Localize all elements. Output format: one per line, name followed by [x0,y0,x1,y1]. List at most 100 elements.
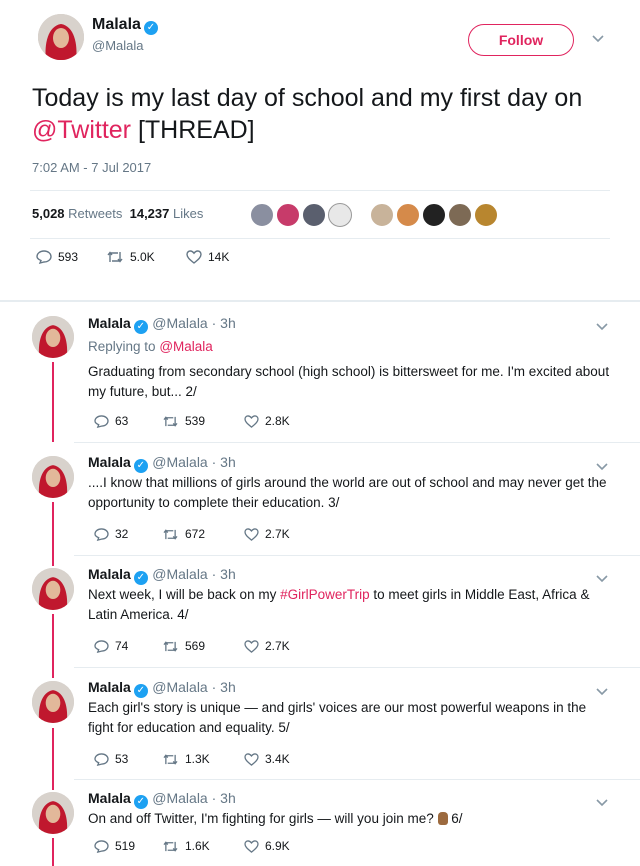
tweet-timestamp[interactable]: 7:02 AM - 7 Jul 2017 [32,160,151,175]
reply-button[interactable]: 519 [94,839,162,853]
retweet-icon [163,840,178,852]
avatar[interactable] [32,681,74,723]
replying-label: Replying to [88,339,156,354]
chevron-down-icon[interactable] [596,570,608,586]
reply-text: Each girl's story is unique — and girls'… [88,700,587,735]
follow-button[interactable]: Follow [468,24,574,56]
reply-count: 32 [115,527,129,541]
verified-icon: ✓ [133,795,148,809]
author-name[interactable]: Malala [88,679,131,695]
avatar[interactable] [32,568,74,610]
tweet-text: Today is my last day of school and my fi… [32,82,592,146]
reply-button[interactable]: 593 [36,250,106,264]
like-button[interactable]: 2.8K [244,414,290,428]
author-handle[interactable]: @Malala · 3h [152,454,235,470]
like-button[interactable]: 6.9K [244,839,290,853]
author-name[interactable]: Malala [88,790,131,806]
reply-button[interactable]: 63 [94,414,162,428]
like-button[interactable]: 3.4K [244,752,290,766]
retweet-button[interactable]: 672 [162,527,244,541]
raised-fist-icon [437,812,448,825]
likes-count[interactable]: 14,237 [130,206,170,221]
reply-button[interactable]: 32 [94,527,162,541]
mention-link[interactable]: @Twitter [32,116,131,144]
mention-link[interactable]: @Malala [159,339,212,354]
reply-text-part: 6/ [447,811,463,826]
thread-line [52,362,54,442]
divider [30,238,610,239]
retweet-button[interactable]: 1.6K [162,839,244,853]
author-handle[interactable]: @Malala · 3h [152,679,235,695]
author-handle[interactable]: @Malala · 3h [152,315,235,331]
author-handle[interactable]: @Malala · 3h [152,790,235,806]
retweet-count: 672 [185,527,206,541]
author-name[interactable]: Malala [88,315,131,331]
tweet-text-part: [THREAD] [131,116,255,144]
like-icon [244,527,259,541]
reply-button[interactable]: 74 [94,639,162,653]
retweet-icon [163,528,178,540]
retweet-icon [163,753,178,765]
chevron-down-icon[interactable] [596,683,608,699]
reply-actions: 519 1.6K 6.9K [94,839,290,853]
chevron-down-icon[interactable] [596,794,608,810]
chevron-down-icon[interactable] [596,318,608,334]
like-icon [244,839,259,853]
verified-icon: ✓ [133,684,148,698]
retweet-button[interactable]: 1.3K [162,752,244,766]
chevron-down-icon[interactable] [592,30,604,46]
retweets-label[interactable]: Retweets [68,206,122,221]
thread-line [52,728,54,790]
reply-actions: 63 539 2.8K [94,414,290,428]
verified-icon: ✓ [133,320,148,334]
retweet-button[interactable]: 569 [162,639,244,653]
reply-text: Graduating from secondary school (high s… [88,364,610,399]
retweet-count: 5.0K [130,250,155,264]
reply-count: 519 [115,839,136,853]
reply-button[interactable]: 53 [94,752,162,766]
divider [74,442,640,443]
like-count: 3.4K [265,752,290,766]
reply-icon [36,250,52,264]
avatar[interactable] [32,792,74,834]
retweet-count: 1.6K [185,839,210,853]
like-count: 2.8K [265,414,290,428]
reply-count: 63 [115,414,129,428]
author-handle[interactable]: @Malala · 3h [152,566,235,582]
reply-text: Next week, I will be back on my #GirlPow… [88,585,613,625]
chevron-down-icon[interactable] [596,458,608,474]
divider [0,300,640,302]
like-button[interactable]: 14K [186,250,229,264]
retweet-count: 539 [185,414,206,428]
avatar[interactable] [32,456,74,498]
thread-line [52,502,54,566]
like-button[interactable]: 2.7K [244,527,290,541]
like-icon [244,414,259,428]
retweet-button[interactable]: 5.0K [106,250,186,264]
reply-text: ....I know that millions of girls around… [88,475,607,510]
reply-actions: 32 672 2.7K [94,527,290,541]
retweet-button[interactable]: 539 [162,414,244,428]
author-name[interactable]: Malala [88,454,131,470]
author-name[interactable]: Malala [88,566,131,582]
liker-avatars[interactable] [250,203,500,232]
author-handle[interactable]: @Malala [92,38,144,53]
thread-line [52,838,54,866]
avatar[interactable] [38,14,84,60]
like-icon [186,250,202,264]
retweets-count[interactable]: 5,028 [32,206,65,221]
avatar[interactable] [32,316,74,358]
divider [74,779,640,780]
retweet-count: 1.3K [185,752,210,766]
like-button[interactable]: 2.7K [244,639,290,653]
main-actions: 593 5.0K 14K [36,250,229,264]
reply-icon [94,639,109,653]
reply-actions: 53 1.3K 3.4K [94,752,290,766]
hashtag-link[interactable]: #GirlPowerTrip [280,587,370,602]
reply-count: 74 [115,639,129,653]
reply-count: 53 [115,752,129,766]
like-count: 2.7K [265,639,290,653]
divider [74,555,640,556]
author-name[interactable]: Malala [92,16,141,33]
likes-label[interactable]: Likes [173,206,203,221]
